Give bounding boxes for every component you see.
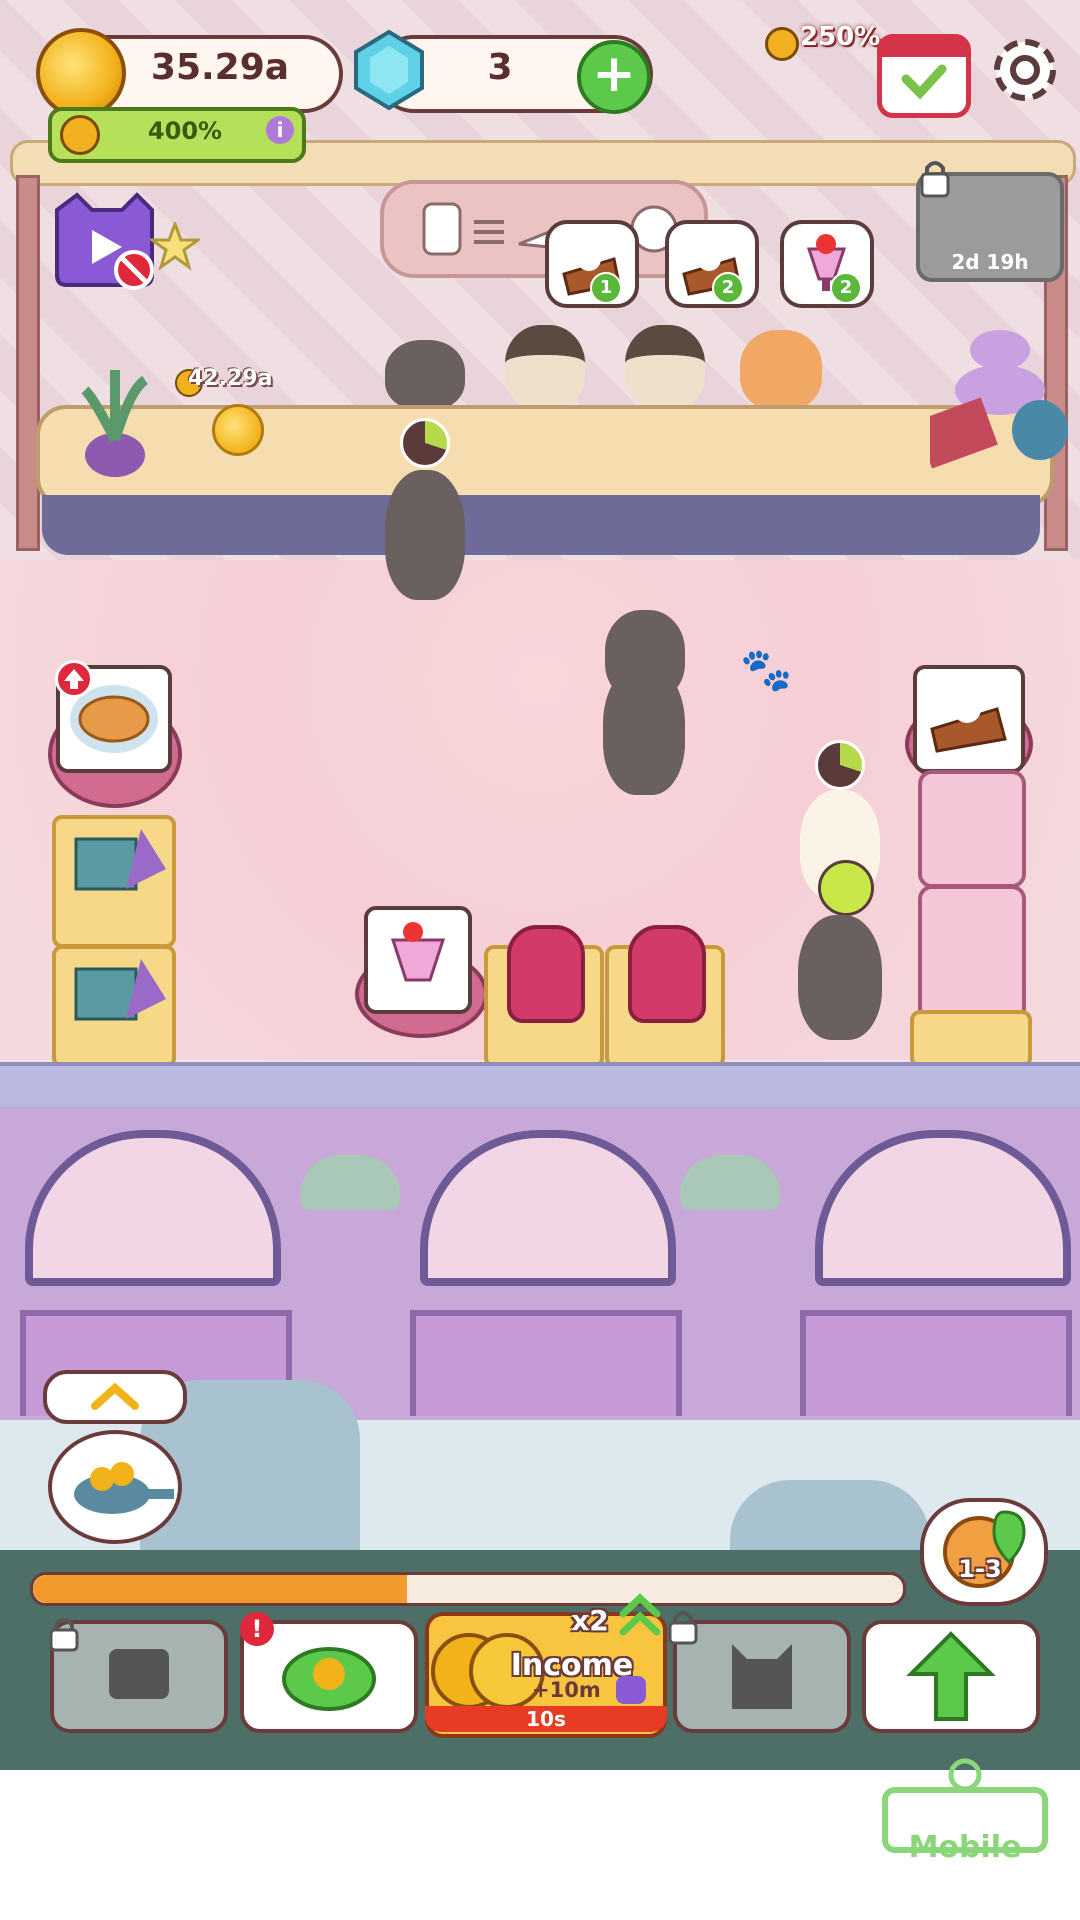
cat-video-icon (616, 1676, 646, 1704)
parfait-display[interactable] (364, 906, 472, 1014)
settings-button[interactable] (985, 30, 1065, 110)
cat-armor-icon (732, 1644, 792, 1709)
level-progress-fill (33, 1575, 407, 1603)
serving-counter (36, 405, 1054, 508)
globe-icon (943, 1510, 1026, 1588)
frying-pan-icon (74, 1462, 174, 1514)
coin-boost-percent: 400% (147, 117, 223, 145)
customer-cat (625, 325, 705, 410)
add-gems-button[interactable]: + (577, 40, 651, 114)
waiter-cat (385, 470, 465, 600)
alert-icon: ! (240, 1612, 274, 1646)
boost-coin-icon (60, 115, 100, 155)
waiter-cat (798, 915, 882, 1040)
wall-panel (800, 1310, 1072, 1416)
locked-upgrade-slot[interactable] (673, 1620, 851, 1733)
floating-coin-amount: 42.29a (188, 366, 273, 391)
counter-block (910, 1010, 1032, 1068)
potted-plant (75, 360, 155, 480)
order-count-badge: 2 (712, 272, 744, 304)
bush (730, 1480, 930, 1550)
cake-slice-icon (930, 695, 1007, 753)
waiter-cat (603, 665, 685, 795)
cat-coin-icon (36, 28, 126, 118)
gear-icon (994, 39, 1056, 101)
hanging-plant (300, 1155, 400, 1210)
cupcake-stand (914, 300, 1070, 470)
customer-cat (385, 340, 465, 410)
blender-icon (628, 925, 706, 1023)
collectible-coin[interactable] (212, 404, 264, 456)
locked-timer: 2d 19h (951, 250, 1029, 274)
expand-button[interactable] (43, 1370, 187, 1424)
income-timer: 10s (425, 1706, 667, 1732)
progress-pie-icon (815, 740, 865, 790)
income-boost-coin-icon (765, 27, 799, 61)
video-ad-button[interactable] (52, 190, 154, 290)
menu-board (380, 180, 708, 278)
customer-cat (505, 325, 585, 410)
double-chevron-up-icon (615, 1590, 665, 1644)
paw-print-icon: 🐾 (740, 645, 793, 694)
cooking-station[interactable] (52, 945, 176, 1068)
cooking-boost-button[interactable] (48, 1430, 182, 1544)
blender-icon (507, 925, 585, 1023)
lock-icon (667, 1608, 699, 1645)
left-post (16, 175, 40, 551)
play-video-icon (55, 192, 154, 290)
level-label: 1-3 (958, 1555, 1002, 1583)
parfait-icon (390, 922, 446, 982)
gem-amount: 3 (487, 47, 513, 88)
daily-checkin-button[interactable] (877, 34, 971, 118)
fridge-station[interactable] (918, 885, 1026, 1023)
cooking-station[interactable] (52, 815, 176, 948)
lock-icon (48, 1615, 80, 1652)
watermark-text: Mobile (908, 1830, 1022, 1865)
info-icon[interactable]: i (266, 116, 294, 144)
counter-base (42, 495, 1040, 555)
arrow-up-icon (906, 1631, 996, 1721)
calendar-check-icon (882, 39, 966, 100)
level-badge[interactable] (920, 1498, 1048, 1606)
menu-board-icons (422, 202, 678, 256)
order-bubble[interactable] (665, 220, 759, 308)
progress-pie-icon (400, 418, 450, 468)
hanging-plant (680, 1155, 780, 1210)
cake-display[interactable] (913, 665, 1025, 773)
plate-icon (818, 860, 874, 916)
upgrade-icon[interactable] (55, 660, 93, 698)
upgrade-button[interactable] (862, 1620, 1040, 1733)
customer-cat (740, 330, 822, 410)
griddle-icon (74, 829, 166, 891)
lock-icon (918, 158, 952, 202)
order-count-badge: 1 (590, 272, 622, 304)
griddle-icon (74, 959, 166, 1021)
gem-icon (352, 28, 426, 112)
fridge-station[interactable] (918, 770, 1026, 888)
coin-amount: 35.29a (150, 47, 290, 88)
wall-panel (410, 1310, 682, 1416)
chevron-up-icon (91, 1382, 139, 1410)
star-icon (147, 219, 203, 276)
watermark-logo (865, 1755, 1060, 1895)
order-count-badge: 2 (830, 272, 862, 304)
